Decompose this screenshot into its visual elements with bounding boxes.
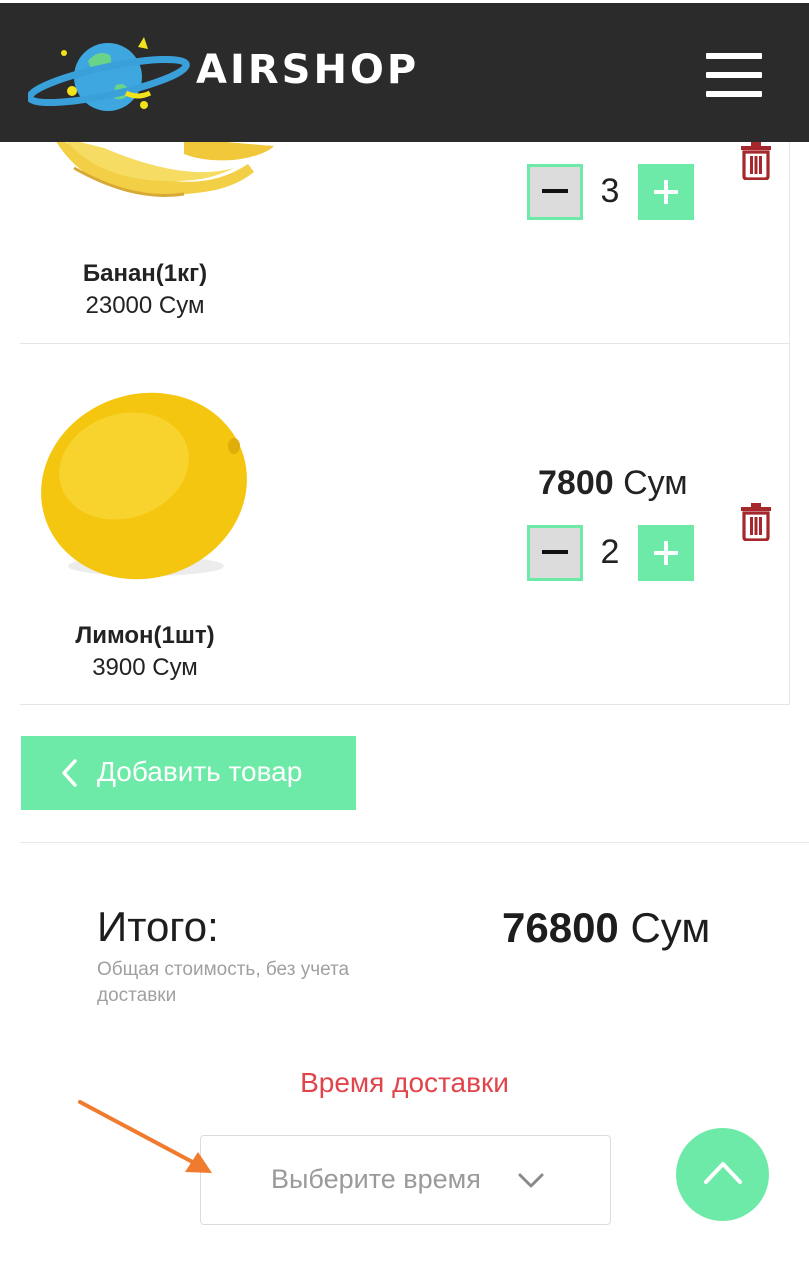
hamburger-menu-icon[interactable] (706, 53, 762, 97)
unit-price: 23000 Сум (85, 292, 205, 319)
plus-icon (654, 180, 678, 204)
delivery-time-select[interactable]: Выберите время (200, 1135, 611, 1225)
cart-page: AIRSHOP Банан(1кг) 23000 Сум 3 Лимон(1шт… (0, 0, 809, 1280)
total-label: Итого: (97, 903, 219, 950)
cart-item: Лимон(1шт) 3900 Сум 7800 Сум 2 (20, 344, 790, 705)
site-header: AIRSHOP (0, 0, 809, 142)
increase-quantity-button[interactable] (638, 525, 694, 581)
total-amount: 76800 Сум (502, 904, 710, 952)
trash-icon[interactable] (740, 142, 772, 180)
add-product-label: Добавить товар (97, 756, 303, 787)
brand-name: AIRSHOP (196, 47, 420, 93)
unit-price: 3900 Сум (92, 654, 198, 681)
currency-label: Сум (623, 464, 688, 502)
scroll-to-top-button[interactable] (676, 1128, 769, 1221)
line-total-amount: 7800 (538, 464, 614, 502)
increase-quantity-button[interactable] (638, 164, 694, 220)
chevron-left-icon (62, 759, 77, 787)
quantity-value: 2 (600, 533, 620, 571)
add-product-button[interactable]: Добавить товар (21, 736, 356, 810)
chevron-down-icon (518, 1173, 544, 1188)
cart-item: Банан(1кг) 23000 Сум 3 (20, 138, 790, 344)
airshop-logo[interactable] (28, 31, 193, 121)
total-amount-value: 76800 (502, 904, 619, 951)
quantity-value: 3 (600, 172, 620, 210)
total-note: Общая стоимость, без учета доставки (97, 959, 350, 1006)
banana-image (54, 138, 274, 198)
minus-icon (542, 189, 568, 193)
line-total: 7800 Сум (538, 464, 688, 503)
section-divider (20, 842, 809, 843)
select-placeholder: Выберите время (271, 1164, 481, 1194)
chevron-up-icon (704, 1162, 742, 1184)
annotation-arrow-icon (78, 1100, 212, 1173)
decrease-quantity-button[interactable] (527, 164, 583, 220)
minus-icon (542, 550, 568, 554)
currency-label: Сум (630, 904, 711, 951)
plus-icon (654, 541, 678, 565)
decrease-quantity-button[interactable] (527, 525, 583, 581)
trash-icon[interactable] (740, 503, 772, 541)
product-name[interactable]: Лимон(1шт) (20, 622, 270, 650)
lemon-image (41, 392, 247, 580)
product-name[interactable]: Банан(1кг) (20, 260, 270, 288)
